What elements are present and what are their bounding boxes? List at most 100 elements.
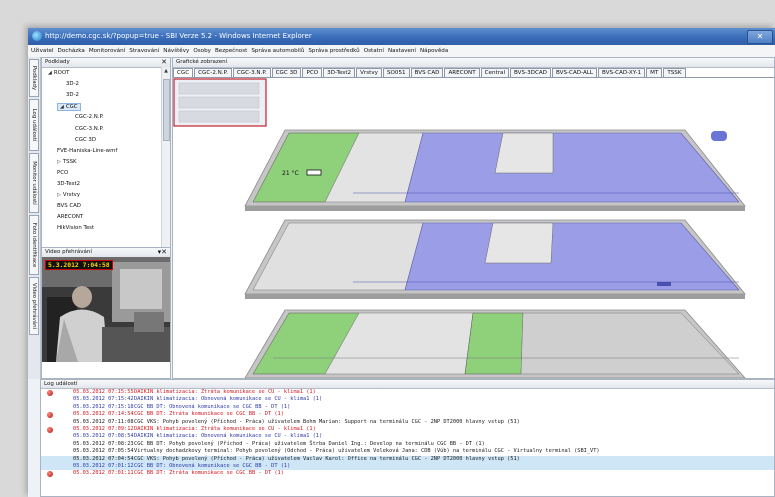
menu-item[interactable]: Osoby: [193, 48, 211, 54]
floor-3d-level-3[interactable]: [244, 309, 746, 378]
floor-tab[interactable]: BVS-CAD-ALL: [551, 68, 598, 77]
menu-item[interactable]: Docházka: [58, 48, 85, 54]
log-message: CGC BB DT: Obnovená komunikace se CGC BB…: [134, 462, 291, 469]
menu-item[interactable]: Uživatel: [31, 48, 54, 54]
graphic-view-header: Grafické zobrazení: [173, 58, 774, 68]
scroll-thumb[interactable]: [163, 79, 170, 141]
tree-item[interactable]: ▷ Vrstvy: [57, 192, 80, 198]
log-row[interactable]: 05.03.2012 07:11:08CGC VKS: Pohyb povole…: [41, 419, 774, 426]
floor-3d-level-1[interactable]: 21 °C: [244, 129, 746, 211]
video-feed[interactable]: 5.3.2012 7:04:58: [42, 257, 170, 362]
tree-item[interactable]: BVS CAD: [57, 203, 81, 209]
tree-item-label: CGC 3D: [75, 136, 96, 143]
video-panel: Video přehrávání ▾✕ 5.3.2012 7:04:58: [41, 247, 171, 379]
camera-icon[interactable]: [711, 131, 727, 141]
tree-expander-icon[interactable]: ▷: [57, 159, 61, 165]
tree-item-label: CGC-3.N.P.: [75, 125, 104, 132]
floor-tab[interactable]: CGC-3.N.P.: [232, 68, 271, 77]
tree-item-label: TSSK: [62, 158, 77, 165]
tree-item[interactable]: ARECONT: [57, 214, 83, 220]
floor-plan-canvas[interactable]: 21 °C: [173, 78, 774, 378]
tree-item[interactable]: ◢ ROOT: [48, 70, 69, 76]
close-icon[interactable]: ✕: [161, 58, 167, 67]
close-window-button[interactable]: ✕: [747, 30, 773, 44]
tree-item-label: 3D-Test2: [57, 181, 81, 187]
event-log-list: 05.03.2012 07:15:55DAIKIN klimatizacia: …: [41, 389, 774, 478]
floor-plan-drawing: 21 °C: [173, 78, 746, 378]
floor-tab[interactable]: Vrstvy: [356, 68, 382, 77]
event-log-header: Log událostí: [41, 380, 774, 389]
floor-tab[interactable]: CGC-2.N.P.: [194, 68, 232, 77]
side-tab-label: Foto identifikace: [31, 222, 37, 268]
menu-item[interactable]: Nastavení: [388, 48, 416, 54]
floor-tab[interactable]: CGC: [173, 68, 194, 77]
floor-tab[interactable]: SO051: [382, 68, 410, 77]
tree-item-label: 3D-2: [66, 81, 79, 88]
menu-item[interactable]: Návštěvy: [163, 48, 189, 54]
tree-item[interactable]: CGC-3.N.P.: [75, 126, 104, 132]
log-message: DAIKIN klimatizacia: Obnovená komunikace…: [134, 433, 323, 440]
tree-expander-icon[interactable]: ◢: [48, 70, 52, 76]
scroll-up-icon[interactable]: ▲: [162, 68, 170, 74]
log-row[interactable]: 05.03.2012 07:05:54Virtualny dochadzkovy…: [41, 448, 774, 455]
log-timestamp: 05.03.2012 07:01:12: [73, 462, 134, 469]
floor-3d-level-2[interactable]: [244, 219, 746, 299]
floor-tab[interactable]: BVS-CAD-XY-1: [598, 68, 646, 77]
log-row[interactable]: 05.03.2012 07:14:54CGC BB DT: Ztráta kom…: [41, 411, 774, 419]
tree-item[interactable]: FVE-Haniska-Line-wmf: [57, 148, 117, 154]
log-message: CGC VKS: Pohyb povolený (Příchod - Práca…: [134, 418, 520, 425]
internet-explorer-icon: [32, 31, 42, 41]
menu-item[interactable]: Stravování: [129, 48, 159, 54]
log-row[interactable]: 05.03.2012 07:01:11CGC BB DT: Ztráta kom…: [41, 470, 774, 478]
event-log-panel: Log událostí 05.03.2012 07:15:55DAIKIN k…: [40, 379, 775, 497]
floor-tab[interactable]: BVS CAD: [410, 68, 444, 77]
floor-tab[interactable]: PCO: [302, 68, 323, 77]
floor-tab[interactable]: TSSK: [663, 68, 686, 77]
side-tab[interactable]: Log událostí: [29, 99, 39, 151]
video-controls-icon[interactable]: ▾✕: [158, 248, 167, 257]
floor-tab[interactable]: MT: [646, 68, 663, 77]
menu-item[interactable]: Nápověda: [420, 48, 448, 54]
side-tab-strip: Podklady Log událostí Monitor událostí Foto…: [28, 57, 41, 379]
menu-item[interactable]: Bezpečnost: [215, 48, 247, 54]
tree-item-label: Vrstvy: [62, 192, 81, 199]
log-row[interactable]: 05.03.2012 07:15:42DAIKIN klimatizacia: …: [41, 396, 774, 403]
tree-item[interactable]: ◢ CGC: [57, 103, 81, 112]
tree-expander-icon[interactable]: ◢: [60, 104, 64, 110]
tree-item[interactable]: CGC 3D: [75, 137, 96, 143]
menu-item[interactable]: Ostatní: [364, 48, 384, 54]
tree-scrollbar[interactable]: ▲ ▼: [161, 67, 170, 272]
side-tab[interactable]: Foto identifikace: [29, 215, 39, 275]
error-icon: [47, 390, 53, 396]
tree-item-label: CGC: [65, 104, 78, 111]
video-timestamp: 5.3.2012 7:04:58: [45, 260, 113, 270]
floor-tab[interactable]: CGC 3D: [271, 68, 302, 77]
graphic-view-title: Grafické zobrazení: [176, 59, 228, 65]
floor-tab[interactable]: 3D-Test2: [323, 68, 356, 77]
log-message: CGC VKS: Pohyb povolený (Příchod - Práca…: [134, 455, 520, 462]
floor-tab[interactable]: BVS-3DCAD: [510, 68, 551, 77]
menu-item[interactable]: Správa automobilů: [251, 48, 304, 54]
side-tab[interactable]: Podklady: [29, 59, 39, 97]
menu-item[interactable]: Správa prostředků: [308, 48, 359, 54]
log-message: Virtualny dochadzkovy terminal: Pohyb po…: [134, 448, 600, 455]
floor-tab[interactable]: Central: [480, 68, 510, 77]
tree-item[interactable]: HikVision Test: [57, 225, 94, 231]
log-row[interactable]: 05.03.2012 07:08:54DAIKIN klimatizacia: …: [41, 433, 774, 440]
side-tab[interactable]: Monitor událostí: [29, 153, 39, 213]
log-timestamp: 05.03.2012 07:14:54: [73, 411, 134, 418]
tree-item[interactable]: 3D-2: [66, 92, 79, 98]
graphic-view-panel: Grafické zobrazení CGC CGC-2.N.P. CGC-3.N.…: [172, 57, 775, 379]
log-timestamp: 05.03.2012 07:15:42: [73, 396, 134, 403]
log-row[interactable]: 05.03.2012 07:04:54CGC VKS: Pohyb povole…: [41, 455, 774, 463]
tree-item[interactable]: 3D-2: [66, 81, 79, 87]
tree-item[interactable]: ▷ TSSK: [57, 159, 77, 165]
side-tab[interactable]: Video přehrávání: [29, 277, 39, 335]
floor-tab[interactable]: ARECONT: [444, 68, 480, 77]
tree-item[interactable]: CGC-2.N.P.: [75, 114, 104, 120]
tree-item[interactable]: 3D-Test2: [57, 181, 80, 187]
menu-item[interactable]: Monitorování: [89, 48, 125, 54]
tree-expander-icon[interactable]: ▷: [57, 192, 61, 198]
tree-item-label: FVE-Haniska-Line-wmf: [57, 147, 118, 154]
tree-item[interactable]: PCO: [57, 170, 68, 176]
